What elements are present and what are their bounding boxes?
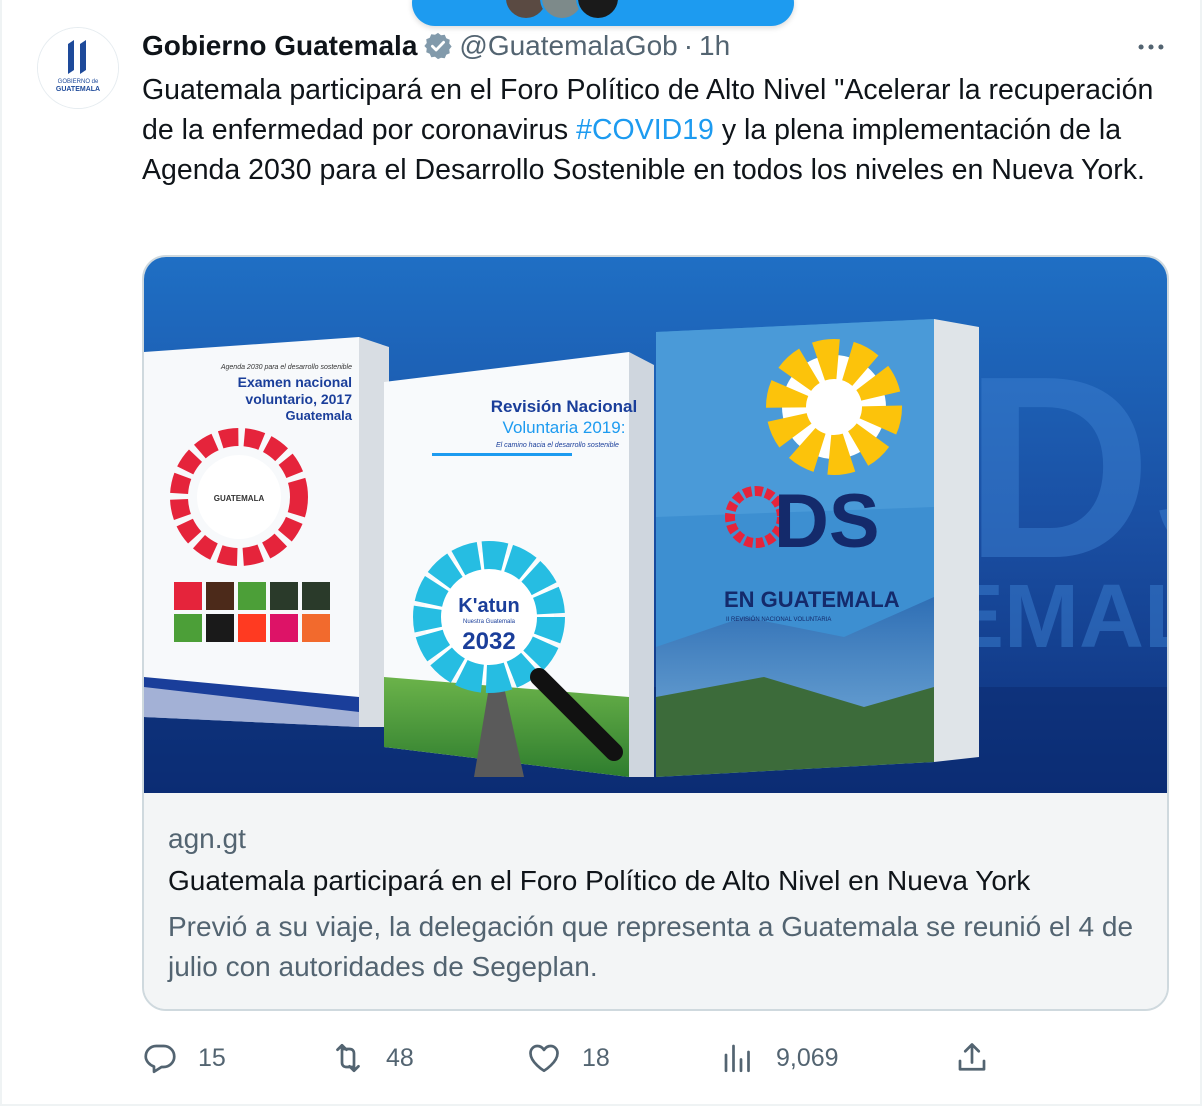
views-count: 9,069 xyxy=(776,1043,839,1072)
tweet-text: Guatemala participará en el Foro Polític… xyxy=(142,70,1182,190)
link-preview-card[interactable]: DS EMALA Agenda 2030 para el desarrollo … xyxy=(142,255,1169,1011)
reply-count: 15 xyxy=(198,1043,226,1072)
share-button[interactable] xyxy=(954,1036,990,1080)
tweet-header: Gobierno Guatemala @GuatemalaGob · 1h xyxy=(142,28,730,64)
views-icon xyxy=(724,1044,750,1073)
author-avatar[interactable]: GOBIERNO de GUATEMALA xyxy=(38,28,118,108)
reply-button[interactable]: 15 xyxy=(142,1036,226,1080)
retweet-icon xyxy=(336,1043,360,1073)
card-description: Previó a su viaje, la delegación que rep… xyxy=(168,911,1134,982)
book3-caption: II REVISIÓN NACIONAL VOLUNTARIA xyxy=(726,616,831,623)
book-ods-en-guatemala: DS EN GUATEMALA II REVISIÓN NACIONAL VOL… xyxy=(656,319,979,777)
book3-title: DS xyxy=(774,479,880,564)
more-icon[interactable] xyxy=(1134,30,1168,64)
logo-text-top: GOBIERNO de xyxy=(58,79,99,85)
card-image[interactable]: DS EMALA Agenda 2030 para el desarrollo … xyxy=(144,257,1167,793)
book-examen-nacional: Agenda 2030 para el desarrollo sostenibl… xyxy=(144,337,389,727)
like-button[interactable]: 18 xyxy=(526,1036,610,1080)
book2-title: Voluntaria 2019: xyxy=(503,418,626,437)
tweet-actions: 15 48 18 9,069 xyxy=(142,1036,1002,1080)
book1-subtitle: Agenda 2030 para el desarrollo sostenibl… xyxy=(220,364,352,371)
new-posts-pill[interactable] xyxy=(412,0,794,26)
book2-subtitle: El camino hacia el desarrollo sostenible xyxy=(496,442,619,449)
book2-title: Revisión Nacional xyxy=(491,397,637,416)
reply-icon xyxy=(144,1044,176,1074)
book2-badge-subtitle: Nuestra Guatemala xyxy=(463,619,516,625)
retweet-count: 48 xyxy=(386,1043,414,1072)
book1-wheel-label: GUATEMALA xyxy=(214,494,265,503)
card-title: Guatemala participará en el Foro Polític… xyxy=(168,865,1031,896)
tweet-timestamp[interactable]: 1h xyxy=(699,30,730,62)
views-button[interactable]: 9,069 xyxy=(720,1036,839,1080)
card-image-illustration: DS EMALA Agenda 2030 para el desarrollo … xyxy=(144,257,1167,793)
government-logo-icon: GOBIERNO de GUATEMALA xyxy=(38,28,118,108)
author-handle[interactable]: @GuatemalaGob xyxy=(459,30,677,62)
book3-subtitle: EN GUATEMALA xyxy=(724,587,900,612)
book1-title: voluntario, 2017 xyxy=(245,391,352,407)
header-separator: · xyxy=(683,30,694,61)
retweet-button[interactable]: 48 xyxy=(330,1036,414,1080)
book2-badge: K'atun xyxy=(458,595,519,617)
hashtag-link[interactable]: #COVID19 xyxy=(576,114,714,146)
book2-badge-year: 2032 xyxy=(462,628,515,655)
like-count: 18 xyxy=(582,1043,610,1072)
pill-avatar xyxy=(576,0,620,20)
card-meta[interactable]: agn.gt Guatemala participará en el Foro … xyxy=(144,793,1167,1009)
card-domain: agn.gt xyxy=(168,823,246,854)
book1-title: Examen nacional xyxy=(238,374,352,390)
verified-badge-icon[interactable] xyxy=(423,31,453,61)
share-icon xyxy=(958,1043,986,1071)
book-revision-nacional: Revisión Nacional Voluntaria 2019: El ca… xyxy=(384,352,654,777)
like-icon xyxy=(529,1044,559,1073)
book1-title: Guatemala xyxy=(286,408,353,423)
logo-text-bottom: GUATEMALA xyxy=(56,86,100,93)
author-display-name[interactable]: Gobierno Guatemala xyxy=(142,30,417,62)
